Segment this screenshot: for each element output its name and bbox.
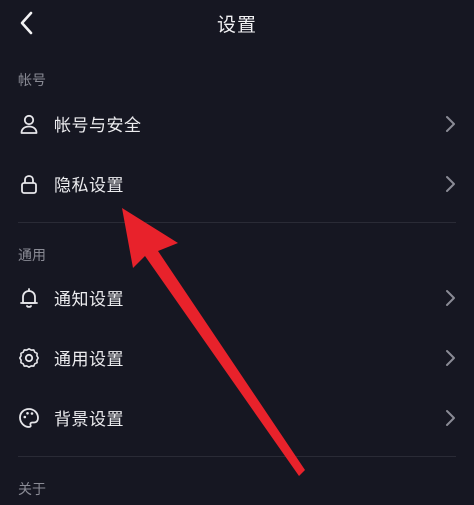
chevron-right-icon: [446, 116, 455, 132]
section-divider: [18, 222, 456, 223]
page-title: 设置: [216, 14, 257, 36]
row-label-account-security: 帐号与安全: [54, 116, 142, 136]
header-bar: 设置: [0, 0, 474, 46]
row-label-privacy-settings: 隐私设置: [54, 176, 124, 196]
row-account-security[interactable]: 帐号与安全: [0, 97, 474, 151]
section-divider: [18, 456, 456, 457]
row-label-general-settings: 通用设置: [54, 350, 124, 370]
chevron-right-icon: [446, 176, 455, 192]
palette-icon: [19, 408, 39, 428]
user-icon: [20, 114, 38, 134]
chevron-right-icon: [446, 410, 455, 426]
gear-icon: [19, 348, 39, 368]
bell-icon: [20, 288, 38, 308]
row-privacy-settings[interactable]: 隐私设置: [0, 157, 474, 211]
chevron-right-icon: [446, 350, 455, 366]
row-label-background-settings: 背景设置: [54, 410, 124, 430]
row-label-notification-settings: 通知设置: [54, 290, 124, 310]
row-background-settings[interactable]: 背景设置: [0, 391, 474, 445]
chevron-right-icon: [446, 290, 455, 306]
lock-icon: [21, 175, 37, 194]
section-label-general: 通用: [18, 248, 46, 264]
section-label-account: 帐号: [18, 73, 46, 89]
section-label-about: 关于: [18, 482, 46, 498]
row-general-settings[interactable]: 通用设置: [0, 331, 474, 385]
row-notification-settings[interactable]: 通知设置: [0, 271, 474, 325]
